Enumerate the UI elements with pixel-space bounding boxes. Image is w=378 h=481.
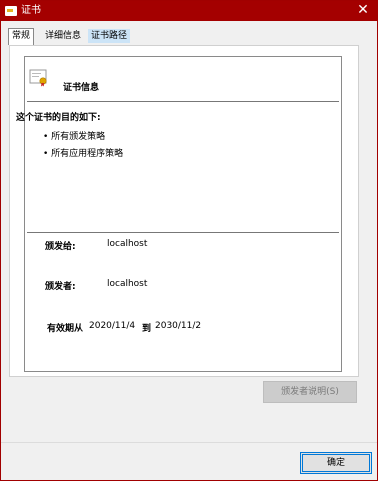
purpose-item: • 所有颁发策略 — [43, 132, 106, 142]
tab-certification-path[interactable]: 证书路径 — [88, 29, 131, 43]
certificate-app-icon — [5, 6, 17, 16]
valid-from-value: 2020/11/4 — [89, 321, 136, 331]
purpose-item-label: 所有应用程序策略 — [51, 149, 124, 159]
issued-by-value: localhost — [107, 279, 148, 289]
purpose-item: • 所有应用程序策略 — [43, 149, 124, 159]
tab-details[interactable]: 详细信息 — [42, 29, 84, 43]
divider — [27, 232, 339, 233]
ok-button[interactable]: 确定 — [300, 452, 372, 474]
divider — [27, 101, 339, 102]
certificate-info-box: 证书信息 这个证书的目的如下: • 所有颁发策略 • 所有应用程序策略 颁发给:… — [16, 56, 342, 372]
valid-to-word: 到 — [142, 324, 152, 334]
certificate-icon — [29, 69, 47, 87]
window-title: 证书 — [21, 5, 41, 16]
tab-general[interactable]: 常规 — [8, 28, 35, 45]
issuer-statement-button[interactable]: 颁发者说明(S) — [263, 381, 357, 403]
valid-to-value: 2030/11/2 — [155, 321, 202, 331]
issued-to-label: 颁发给: — [45, 242, 76, 252]
issued-to-value: localhost — [107, 239, 148, 249]
purpose-heading: 这个证书的目的如下: — [16, 113, 101, 123]
ok-button-label: 确定 — [326, 458, 345, 468]
issued-by-label: 颁发者: — [45, 282, 76, 292]
tab-panel-general: 证书信息 这个证书的目的如下: • 所有颁发策略 • 所有应用程序策略 颁发给:… — [9, 45, 359, 377]
validity-label: 有效期从 — [47, 324, 84, 334]
certificate-info-title: 证书信息 — [63, 83, 100, 93]
title-bar[interactable]: 证书 ✕ — [1, 1, 377, 21]
certificate-dialog: 证书 ✕ 常规 详细信息 证书路径 证书信息 这个证书的目的如下: • 所有颁发… — [0, 0, 378, 481]
purpose-item-label: 所有颁发策略 — [51, 132, 106, 142]
close-button[interactable]: ✕ — [355, 2, 371, 18]
footer-divider — [1, 442, 377, 443]
